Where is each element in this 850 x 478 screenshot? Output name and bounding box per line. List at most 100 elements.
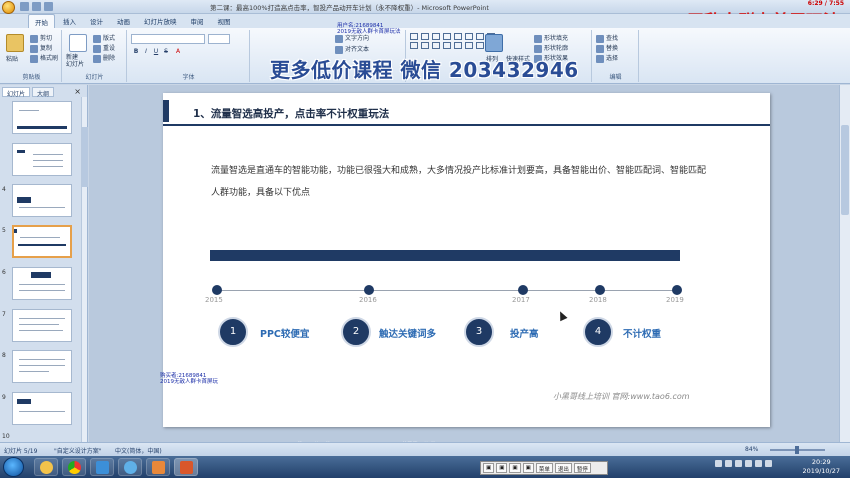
copy-button[interactable]: 复制 [30,43,52,53]
tray-icon[interactable] [725,460,732,467]
shape-outline-button[interactable]: 形状轮廓 [534,43,568,53]
tab-insert[interactable]: 插入 [57,14,82,28]
shape-line-icon[interactable] [432,42,440,49]
tray-icon[interactable] [745,460,752,467]
slide-thumbnail[interactable] [12,350,72,383]
slide-thumb-number: 8 [2,352,6,359]
strikethrough-icon[interactable]: S [162,48,170,56]
recorder-btn[interactable]: ▣ [496,463,508,473]
taskbar-app-a[interactable] [90,458,114,476]
volume-icon[interactable] [755,460,762,467]
find-button[interactable]: 查找 [596,33,618,43]
tab-design[interactable]: 设计 [84,14,109,28]
taskbar-explorer[interactable] [34,458,58,476]
tray-icon[interactable] [715,460,722,467]
slide-thumbnail[interactable] [12,101,72,134]
group-label-clipboard: 剪贴板 [22,74,41,81]
taskbar-app-game[interactable] [146,458,170,476]
timeline-dot [595,285,605,295]
slide-thumbnail[interactable] [12,309,72,342]
layout-button[interactable]: 版式 [93,33,115,43]
zoom-level[interactable]: 84% [745,446,758,453]
recorder-btn[interactable]: ▣ [522,463,534,473]
shape-rect-icon[interactable] [454,33,462,40]
save-icon[interactable] [20,2,29,11]
tab-home[interactable]: 开始 [28,14,55,28]
thumb-line [19,284,65,285]
shape-rect-icon[interactable] [421,33,429,40]
taskbar-powerpoint[interactable] [174,458,198,476]
tab-outline[interactable]: 大纲 [32,87,55,98]
slide-thumbnail-selected[interactable] [12,225,72,258]
office-button[interactable] [2,1,15,14]
recorder-exit-button[interactable]: 退出 [554,463,572,473]
format-painter-button[interactable]: 格式刷 [30,53,58,63]
slide-thumbnail[interactable] [12,143,72,176]
tab-review[interactable]: 审阅 [185,14,210,28]
recorder-btn[interactable]: ▣ [483,463,495,473]
shape-brace-icon[interactable] [454,42,462,49]
shape-arrow-icon[interactable] [443,42,451,49]
thumb-line [19,411,65,412]
font-family-combo[interactable] [131,34,205,44]
pane-scroll-thumb[interactable] [82,127,88,187]
recorder-btn[interactable]: ▣ [509,463,521,473]
tab-animation[interactable]: 动画 [111,14,136,28]
new-slide-icon[interactable] [69,34,87,52]
language-indicator[interactable]: 中文(简体，中国) [115,446,162,455]
start-button[interactable] [3,457,24,477]
video-time-overlay: 6:29 / 7:55 [807,0,844,7]
font-size-combo[interactable] [208,34,230,44]
shape-arrow-icon[interactable] [443,33,451,40]
tab-slideshow[interactable]: 幻灯片放映 [138,14,183,28]
reset-button[interactable]: 重设 [93,43,115,53]
slide-thumb-number: 9 [2,394,6,401]
close-icon[interactable]: × [74,87,81,96]
cut-button[interactable]: 剪切 [30,33,52,43]
scroll-thumb[interactable] [841,125,849,215]
slide-thumbnail[interactable] [12,392,72,425]
font-color-icon[interactable]: A [174,48,182,56]
delete-button[interactable]: 删除 [93,53,115,63]
recorder-menu-button[interactable]: 菜单 [535,463,553,473]
taskbar-clock[interactable]: 20:29 2019/10/27 [803,458,840,476]
buyer-note-line2: 2019无敌人群卡首屏玩 [160,379,218,385]
new-slide-button[interactable]: 新建 幻灯片 [66,54,84,68]
slide-thumbnail[interactable] [12,267,72,300]
underline-icon[interactable]: U [152,48,160,56]
shape-oval-icon[interactable] [465,33,473,40]
slide-canvas[interactable]: 1、流量智选高投产，点击率不计权重玩法 流量智选是直通车的智能功能，功能已很强大… [163,93,770,427]
bold-icon[interactable]: B [132,48,140,56]
shape-rect-icon[interactable] [410,33,418,40]
align-text-button[interactable]: 对齐文本 [335,44,369,54]
network-icon[interactable] [765,460,772,467]
zoom-slider-knob[interactable] [795,446,799,454]
italic-icon[interactable]: I [142,48,150,56]
shape-line-icon[interactable] [432,33,440,40]
arrange-icon[interactable] [485,34,503,52]
shape-rect-icon[interactable] [410,42,418,49]
slide-paragraph: 流量智选是直通车的智能功能，功能已很强大和成熟，大多情况投产比标准计划要高，具备… [211,166,707,198]
tab-view[interactable]: 视图 [212,14,237,28]
slide-header-accent [163,100,169,122]
redo-icon[interactable] [44,2,53,11]
vertical-scrollbar[interactable] [839,85,850,442]
shape-fill-button[interactable]: 形状填充 [534,33,568,43]
tab-slides[interactable]: 幻灯片 [2,87,31,98]
thumb-line [19,330,63,331]
replace-button[interactable]: 替换 [596,43,618,53]
timeline-year: 2017 [512,296,530,304]
taskbar-app-s[interactable] [118,458,142,476]
group-label-slides: 幻灯片 [85,74,104,81]
select-button[interactable]: 选择 [596,53,618,63]
recorder-pause-button[interactable]: 暂停 [573,463,591,473]
slide-thumbnail[interactable] [12,184,72,217]
paste-icon[interactable] [6,34,24,52]
undo-icon[interactable] [32,2,41,11]
taskbar-chrome[interactable] [62,458,86,476]
shape-triangle-icon[interactable] [421,42,429,49]
paste-button[interactable]: 粘贴 [6,54,18,63]
pane-scrollbar[interactable] [81,97,88,442]
tray-icon[interactable] [735,460,742,467]
shape-star-icon[interactable] [465,42,473,49]
